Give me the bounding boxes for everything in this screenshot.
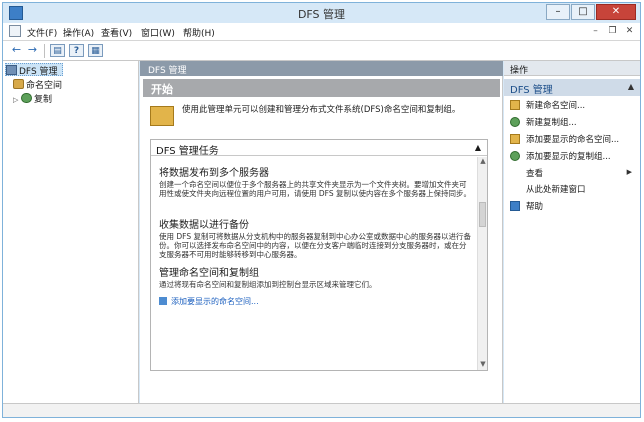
getting-started-description: 使用此管理单元可以创建和管理分布式文件系统(DFS)命名空间和复制组。 xyxy=(182,105,461,115)
help-icon[interactable]: ? xyxy=(69,44,84,57)
menu-window[interactable]: 窗口(W) xyxy=(141,26,175,39)
mdi-restore-icon[interactable]: ❐ xyxy=(606,25,619,38)
action-label: 查看 xyxy=(526,169,544,179)
tree-item-dfs-management[interactable]: DFS 管理 xyxy=(5,63,63,77)
toolbar-separator xyxy=(44,44,45,58)
console-tree: DFS 管理 命名空间 ▷ 复制 xyxy=(3,61,139,403)
collapse-arrow-icon[interactable]: ▲ xyxy=(475,143,481,152)
tree-item-namespaces[interactable]: 命名空间 xyxy=(13,78,62,91)
title-bar: DFS 管理 – □ ✕ xyxy=(3,3,640,23)
menu-file[interactable]: 文件(F) xyxy=(27,26,57,39)
action-new-replication-group[interactable]: 新建复制组... xyxy=(504,116,640,130)
tasks-header[interactable]: DFS 管理任务 ▲ xyxy=(151,140,487,157)
action-new-window[interactable]: 从此处新建窗口 xyxy=(504,183,640,197)
window-controls: – □ ✕ xyxy=(545,4,636,20)
action-label: 添加要显示的复制组... xyxy=(526,152,611,162)
action-add-namespace-display[interactable]: 添加要显示的命名空间... xyxy=(504,133,640,147)
replication-icon xyxy=(21,93,32,103)
menu-view[interactable]: 查看(V) xyxy=(101,26,132,39)
task-body-manage: 通过将现有命名空间和复制组添加到控制台显示区域来管理它们。 xyxy=(159,280,377,289)
action-new-namespace[interactable]: 新建命名空间... xyxy=(504,99,640,113)
action-view[interactable]: 查看 ▶ xyxy=(504,167,640,181)
toolbar: ← → ▤ ? ▦ xyxy=(3,41,640,61)
task-body-backup: 使用 DFS 复制可将数据从分支机构中的服务器复制到中心办公室或数据中心的服务器… xyxy=(159,232,471,259)
menu-help[interactable]: 帮助(H) xyxy=(183,26,215,39)
actions-header: 操作 xyxy=(504,61,640,76)
results-pane-header: DFS 管理 xyxy=(140,61,503,76)
status-bar xyxy=(3,403,640,417)
action-label: 帮助 xyxy=(526,202,544,212)
getting-started-title: 开始 xyxy=(143,79,500,97)
namespace-icon xyxy=(13,79,24,89)
action-label: 添加要显示的命名空间... xyxy=(526,135,620,145)
actions-pane: 操作 DFS 管理 ▲ 新建命名空间... 新建复制组... 添加要显示的命名空… xyxy=(504,61,640,403)
folder-icon xyxy=(150,106,174,126)
tasks-title: DFS 管理任务 xyxy=(156,146,219,157)
action-label: 新建命名空间... xyxy=(526,101,586,111)
actions-group-label: DFS 管理 xyxy=(510,85,553,96)
tree-item-replication[interactable]: ▷ 复制 xyxy=(13,92,52,105)
show-hide-action-pane-icon[interactable]: ▦ xyxy=(88,44,103,57)
new-replication-group-icon xyxy=(510,117,520,127)
help-icon xyxy=(510,201,520,211)
add-replication-group-icon xyxy=(510,151,520,161)
scroll-thumb[interactable] xyxy=(479,202,486,227)
tree-item-label: 命名空间 xyxy=(26,81,63,91)
namespace-link-icon xyxy=(159,297,167,305)
task-title-manage: 管理命名空间和复制组 xyxy=(159,268,259,279)
minimize-button[interactable]: – xyxy=(546,4,570,20)
add-namespace-link-label: 添加要显示的命名空间... xyxy=(171,297,259,306)
mdi-controls: – ❐ ✕ xyxy=(585,25,636,38)
action-label: 从此处新建窗口 xyxy=(526,185,586,195)
forward-arrow-icon[interactable]: → xyxy=(25,44,40,57)
expand-chevron-icon[interactable]: ▷ xyxy=(13,96,21,104)
maximize-button[interactable]: □ xyxy=(571,4,595,20)
tree-item-label: 复制 xyxy=(34,95,53,105)
task-body-publish: 创建一个命名空间以便位于多个服务器上的共享文件夹显示为一个文件夹树。要增加文件夹… xyxy=(159,180,471,198)
mdi-close-icon[interactable]: ✕ xyxy=(623,25,636,38)
mmc-window: DFS 管理 – □ ✕ 文件(F) 操作(A) 查看(V) 窗口(W) 帮助(… xyxy=(2,2,641,418)
action-add-replication-display[interactable]: 添加要显示的复制组... xyxy=(504,150,640,164)
collapse-arrow-icon[interactable]: ▲ xyxy=(628,82,634,91)
add-namespace-icon xyxy=(510,134,520,144)
action-label: 新建复制组... xyxy=(526,118,577,128)
console-menu-icon[interactable] xyxy=(9,25,21,37)
menu-action[interactable]: 操作(A) xyxy=(63,26,94,39)
action-help[interactable]: 帮助 xyxy=(504,200,640,214)
add-namespace-link[interactable]: 添加要显示的命名空间... xyxy=(159,296,259,307)
scroll-down-icon[interactable]: ▼ xyxy=(478,360,488,370)
management-tasks-panel: DFS 管理任务 ▲ 将数据发布到多个服务器 创建一个命名空间以便位于多个服务器… xyxy=(150,139,488,371)
task-title-backup: 收集数据以进行备份 xyxy=(159,220,249,231)
new-namespace-icon xyxy=(510,100,520,110)
menu-bar: 文件(F) 操作(A) 查看(V) 窗口(W) 帮助(H) – ❐ ✕ xyxy=(3,23,640,41)
scroll-up-icon[interactable]: ▲ xyxy=(478,157,488,167)
actions-group-dfs[interactable]: DFS 管理 ▲ xyxy=(504,79,640,96)
dfs-icon xyxy=(6,65,17,75)
results-pane: DFS 管理 开始 使用此管理单元可以创建和管理分布式文件系统(DFS)命名空间… xyxy=(140,61,503,403)
show-hide-tree-icon[interactable]: ▤ xyxy=(50,44,65,57)
back-arrow-icon[interactable]: ← xyxy=(9,44,24,57)
task-title-publish: 将数据发布到多个服务器 xyxy=(159,168,269,179)
mdi-minimize-icon[interactable]: – xyxy=(589,25,602,38)
tasks-scrollbar[interactable]: ▲ ▼ xyxy=(477,157,487,370)
close-button[interactable]: ✕ xyxy=(596,4,636,20)
submenu-arrow-icon: ▶ xyxy=(626,168,632,176)
tree-item-label: DFS 管理 xyxy=(19,67,58,77)
